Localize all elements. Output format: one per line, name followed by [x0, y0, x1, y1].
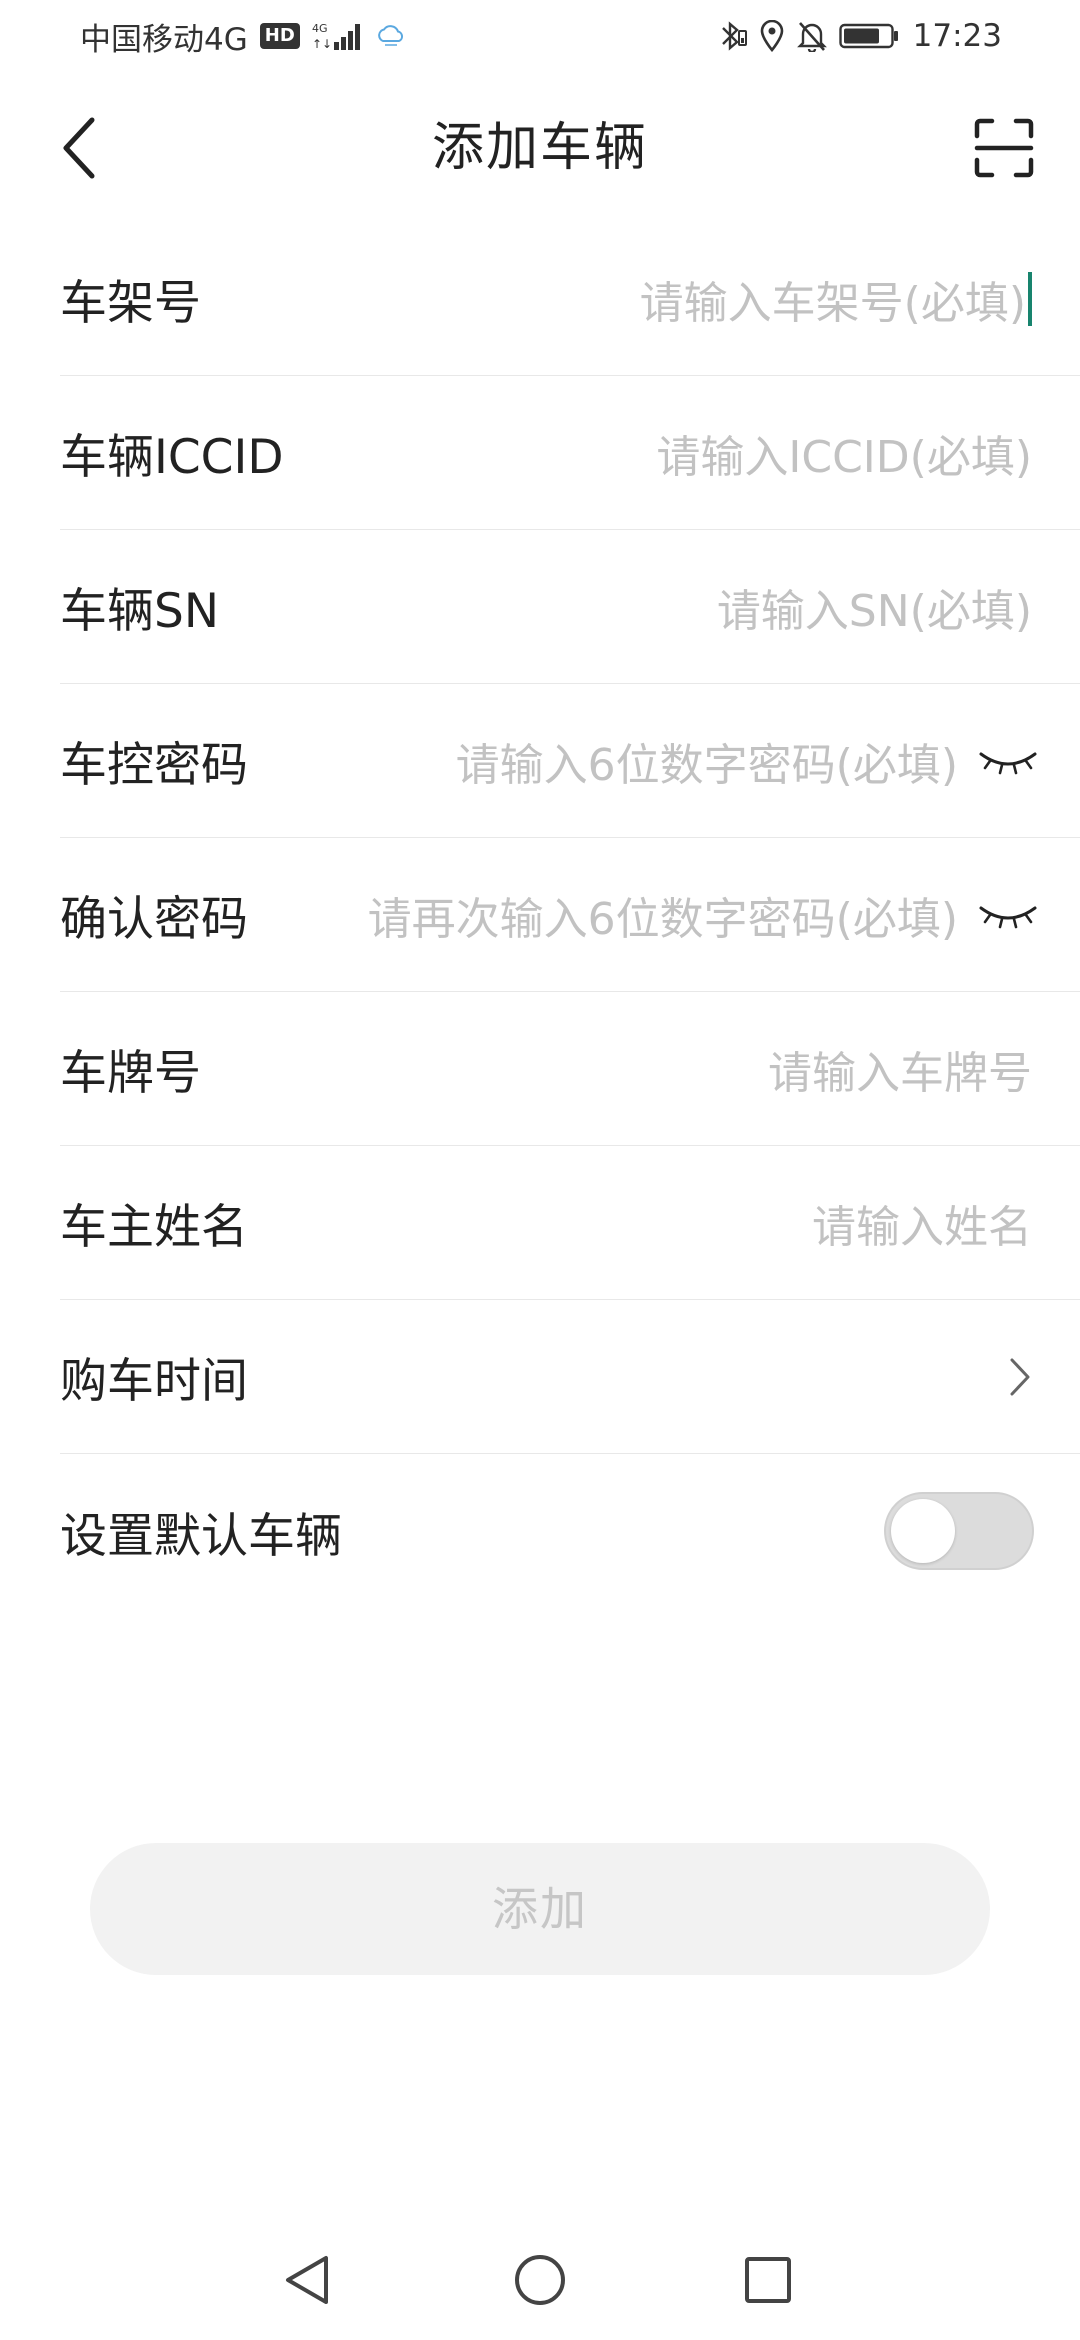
nav-home-icon [515, 2255, 565, 2305]
confirm-password-input[interactable]: 请再次输入6位数字密码(必填) [368, 838, 1038, 992]
plate-number-label: 车牌号 [60, 1046, 201, 1101]
sn-label: 车辆SN [60, 584, 219, 639]
signal-icon: 4G ↑↓ [312, 20, 364, 52]
nav-home-button[interactable] [510, 2250, 570, 2310]
default-vehicle-toggle[interactable] [884, 1492, 1034, 1570]
frame-number-input[interactable]: 请输入车架号(必填) [640, 222, 1032, 376]
bluetooth-icon [717, 19, 747, 53]
status-bar-right: 17:23 [717, 18, 1002, 54]
purchase-date-label: 购车时间 [60, 1354, 248, 1409]
purchase-date-picker[interactable] [1008, 1300, 1032, 1454]
carrier-label: 中国移动4G [80, 21, 248, 58]
nav-back-button[interactable] [278, 2250, 338, 2310]
iccid-label: 车辆ICCID [60, 430, 284, 485]
frame-number-placeholder: 请输入车架号(必填) [639, 278, 1026, 329]
plate-number-placeholder: 请输入车牌号 [768, 1048, 1032, 1099]
mute-icon [796, 20, 827, 52]
status-bar: 中国移动4G HD 4G ↑↓ 17:23 [0, 0, 1080, 72]
app-header: 添加车辆 [0, 88, 1080, 208]
owner-name-placeholder: 请输入姓名 [812, 1202, 1032, 1253]
nav-back-icon [286, 2256, 328, 2304]
hd-icon: HD [259, 23, 300, 49]
toggle-knob [891, 1499, 955, 1563]
control-password-input[interactable]: 请输入6位数字密码(必填) [456, 684, 1038, 838]
owner-name-row: 车主姓名 请输入姓名 [60, 1146, 1080, 1300]
battery-icon [838, 22, 901, 50]
default-vehicle-row: 设置默认车辆 [60, 1454, 1080, 1608]
sn-input[interactable]: 请输入SN(必填) [717, 530, 1032, 684]
text-cursor [1028, 272, 1032, 326]
control-password-label: 车控密码 [60, 738, 248, 793]
owner-name-input[interactable]: 请输入姓名 [812, 1146, 1032, 1300]
svg-text:↑↓: ↑↓ [312, 37, 332, 51]
confirm-password-placeholder: 请再次输入6位数字密码(必填) [367, 894, 958, 945]
page-title: 添加车辆 [431, 118, 648, 178]
control-password-row: 车控密码 请输入6位数字密码(必填) [60, 684, 1080, 838]
add-vehicle-form: 车架号 请输入车架号(必填) 车辆ICCID 请输入ICCID(必填) 车辆SN… [60, 222, 1080, 1608]
eye-closed-icon[interactable] [978, 746, 1038, 776]
plate-number-input[interactable]: 请输入车牌号 [768, 992, 1032, 1146]
iccid-placeholder: 请输入ICCID(必填) [656, 432, 1032, 483]
add-button[interactable]: 添加 [90, 1843, 990, 1975]
frame-number-row: 车架号 请输入车架号(必填) [60, 222, 1080, 376]
scan-icon [974, 118, 1034, 178]
purchase-date-row[interactable]: 购车时间 [60, 1300, 1080, 1454]
iccid-input[interactable]: 请输入ICCID(必填) [656, 376, 1032, 530]
default-vehicle-label: 设置默认车辆 [60, 1508, 342, 1564]
eye-closed-icon[interactable] [978, 900, 1038, 930]
confirm-password-label: 确认密码 [60, 892, 248, 947]
status-bar-left: 中国移动4G HD 4G ↑↓ [80, 14, 406, 59]
sn-placeholder: 请输入SN(必填) [716, 586, 1032, 637]
location-icon [759, 20, 785, 52]
signal-network-label: 4G [312, 22, 328, 35]
control-password-placeholder: 请输入6位数字密码(必填) [455, 740, 958, 791]
scan-button[interactable] [972, 116, 1036, 180]
owner-name-label: 车主姓名 [60, 1200, 248, 1255]
cloud-icon [376, 24, 406, 48]
clock-time: 17:23 [912, 18, 1002, 54]
system-nav-bar [0, 2220, 1080, 2340]
sn-row: 车辆SN 请输入SN(必填) [60, 530, 1080, 684]
frame-number-label: 车架号 [60, 276, 201, 331]
nav-recent-icon [745, 2257, 791, 2303]
chevron-right-icon [1010, 1358, 1030, 1396]
confirm-password-row: 确认密码 请再次输入6位数字密码(必填) [60, 838, 1080, 992]
iccid-row: 车辆ICCID 请输入ICCID(必填) [60, 376, 1080, 530]
plate-number-row: 车牌号 请输入车牌号 [60, 992, 1080, 1146]
nav-recent-button[interactable] [738, 2250, 798, 2310]
